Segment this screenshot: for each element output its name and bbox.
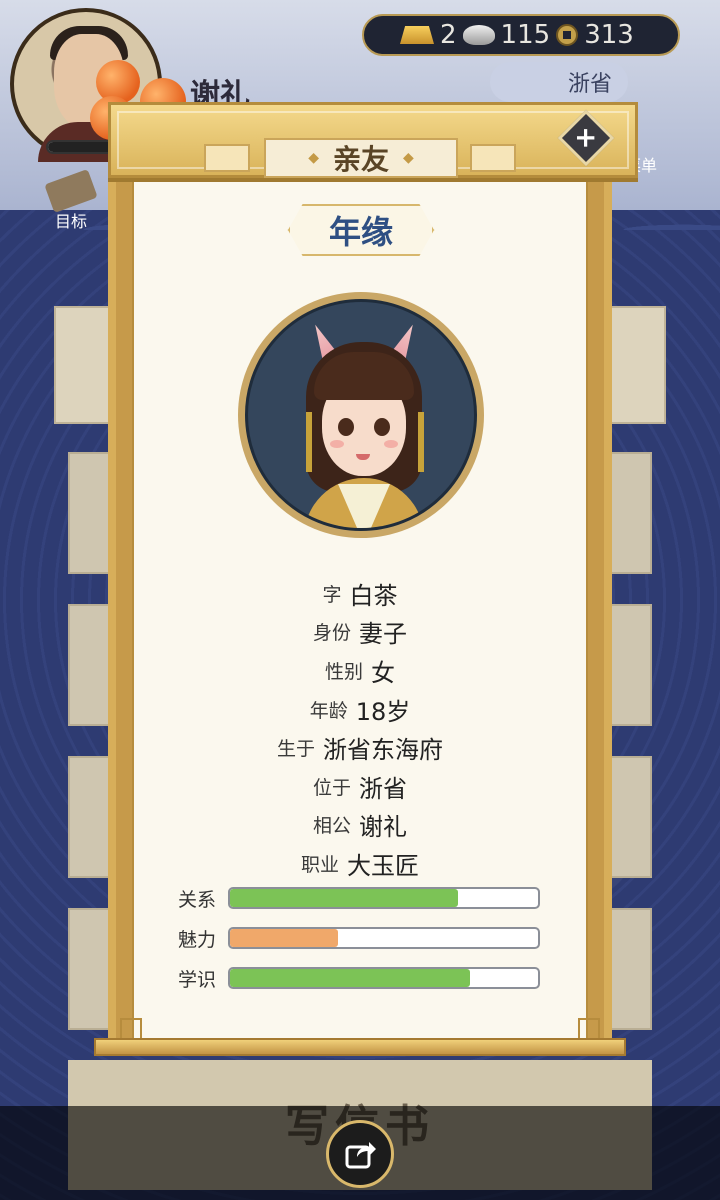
modal-title-text: 亲友 <box>332 143 389 176</box>
header-ornament <box>470 144 516 172</box>
info-row-husband: 相公 谢礼 <box>312 813 407 842</box>
silver-count: 115 <box>500 20 551 50</box>
location-button[interactable]: 浙省 <box>490 62 628 102</box>
stat-charm-fill <box>230 929 338 947</box>
location-label: 浙省 <box>567 72 612 97</box>
gold-count: 2 <box>440 20 457 50</box>
share-icon <box>345 1142 376 1169</box>
silver-ingot-icon <box>462 25 495 45</box>
corner-ornament <box>578 1018 600 1040</box>
stat-relationship: 关系 <box>178 886 548 911</box>
stat-learning: 学识 <box>178 966 548 991</box>
target-button[interactable]: 目标 <box>36 169 106 236</box>
character-portrait <box>238 292 484 538</box>
close-icon: + <box>570 126 603 150</box>
currency-bar: 2 115 313 <box>362 14 680 56</box>
stat-relationship-fill <box>230 889 458 907</box>
coin-icon <box>556 24 579 46</box>
share-button[interactable] <box>326 1120 394 1188</box>
stat-learning-track <box>228 967 540 989</box>
character-info: 字 白茶 身份 妻子 性别 女 年龄 18岁 生于 浙省东海府 位于 浙省 相公… <box>132 574 588 883</box>
info-row-gender: 性别 女 <box>324 658 395 687</box>
info-row-birthplace: 生于 浙省东海府 <box>276 736 443 765</box>
target-label: 目标 <box>54 212 87 231</box>
modal-title: ◆ 亲友 ◆ <box>264 138 458 178</box>
relation-tag: 年缘 <box>288 204 434 256</box>
info-row-profession: 职业 大玉匠 <box>300 851 419 880</box>
gold-ingot-icon <box>400 26 434 44</box>
info-row-location: 位于 浙省 <box>312 774 407 803</box>
header-ornament <box>204 144 250 172</box>
stat-charm-track <box>228 927 540 949</box>
modal-bottom-rod <box>94 1038 626 1056</box>
stat-relationship-track <box>228 887 540 909</box>
coin-count: 313 <box>584 20 634 50</box>
info-row-age: 年龄 18岁 <box>309 697 411 726</box>
corner-ornament <box>120 1018 142 1040</box>
info-row-style-name: 字 白茶 <box>322 581 398 610</box>
stat-learning-fill <box>230 969 471 987</box>
relation-tag-label: 年缘 <box>328 213 393 251</box>
scroll-icon <box>44 169 98 213</box>
stat-charm: 魅力 <box>178 926 548 951</box>
info-row-identity: 身份 妻子 <box>312 620 407 649</box>
